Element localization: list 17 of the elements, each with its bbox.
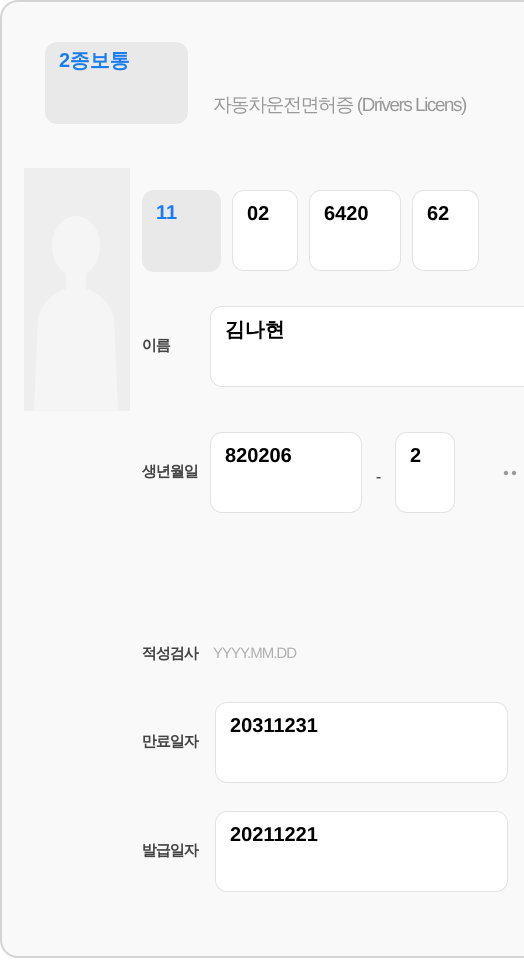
date-field[interactable]: 20211221	[215, 811, 508, 892]
field-label: 발급일자	[142, 841, 198, 862]
field-label: 적성검사	[142, 644, 198, 664]
name-field[interactable]: 김나현	[210, 306, 524, 387]
card-title: 자동차운전면허증 (Drivers Licens)	[213, 94, 466, 118]
birthdate-field[interactable]: 820206	[210, 432, 362, 513]
field-label: 이름	[142, 336, 170, 356]
license-number-field[interactable]: 02	[232, 190, 298, 271]
field-label: 만료일자	[142, 732, 198, 752]
license-number-field[interactable]: 6420	[309, 190, 401, 271]
date-field[interactable]: 20311231	[215, 702, 508, 783]
separator: -	[376, 468, 382, 488]
gender-digit-field[interactable]: 2	[395, 432, 455, 513]
ellipsis-icon	[503, 470, 517, 476]
aptitude-date-field[interactable]: YYYY.MM.DD	[213, 642, 413, 666]
field-label: 생년월일	[142, 462, 198, 482]
license-number-field[interactable]: 62	[412, 190, 479, 271]
